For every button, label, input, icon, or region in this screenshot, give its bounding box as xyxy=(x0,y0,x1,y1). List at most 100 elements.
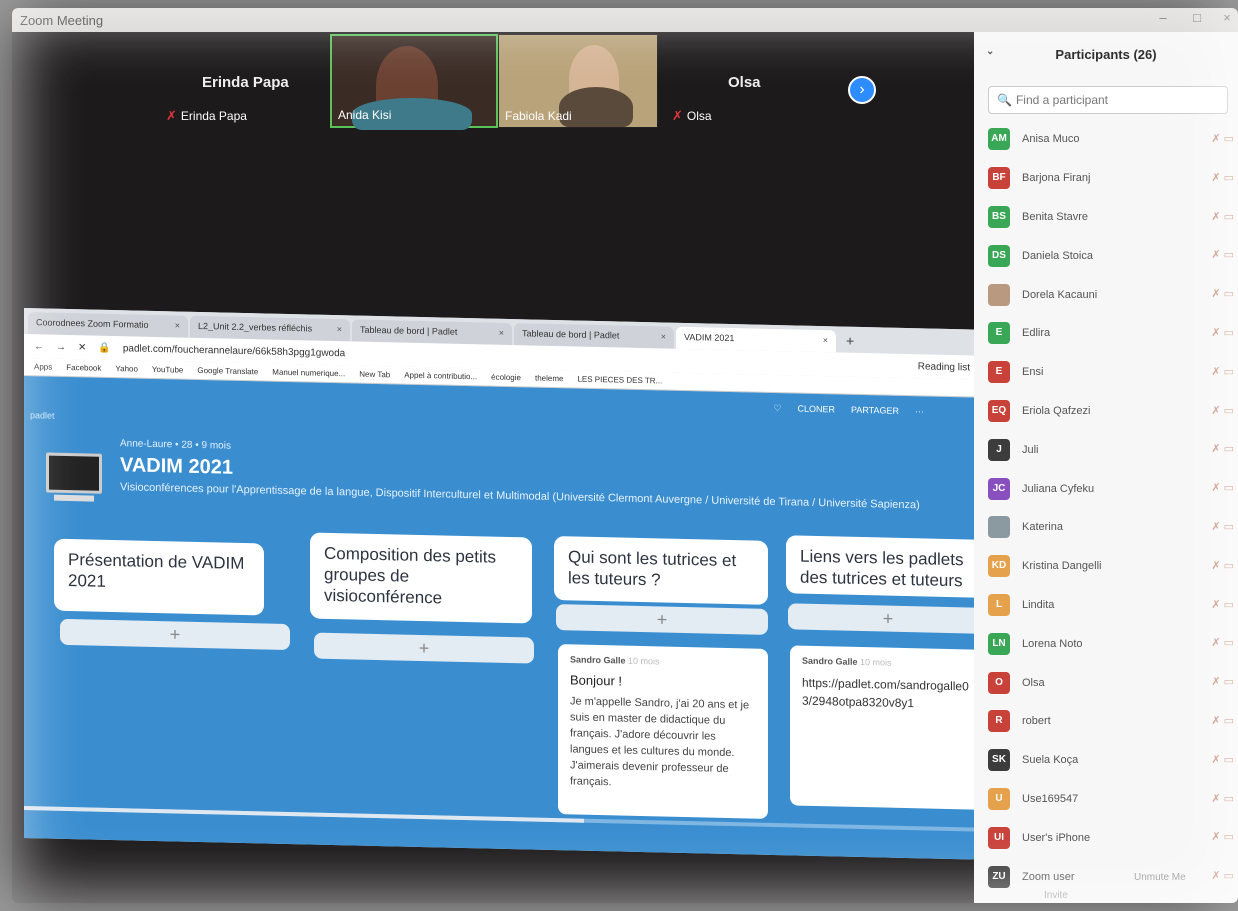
participant-row[interactable]: KD Kristina Dangelli ✗ ▭ xyxy=(974,547,1238,586)
bookmark-item[interactable]: theleme xyxy=(535,374,563,384)
video-tile-olsa[interactable]: Olsa ✗ Olsa xyxy=(658,34,838,128)
clone-button[interactable]: CLONER xyxy=(797,404,835,416)
post-card[interactable]: Sandro Galle 10 mois Bonjour ! Je m'appe… xyxy=(558,644,768,819)
tile-name: Fabiola Kadi xyxy=(505,109,572,123)
participant-row[interactable]: DS Daniela Stoica ✗ ▭ xyxy=(974,236,1238,275)
shared-screen-browser: Coorodnees Zoom Formatio × L2_Unit 2.2_ve… xyxy=(24,308,984,860)
participant-row[interactable]: BS Benita Stavre ✗ ▭ xyxy=(974,198,1238,237)
add-post-button[interactable]: + xyxy=(60,618,290,651)
muted-mic-icon: ✗ ▭ xyxy=(1211,249,1234,262)
add-post-button[interactable]: + xyxy=(314,632,534,664)
tile-label: Fabiola Kadi xyxy=(505,109,572,123)
heart-icon[interactable]: ♡ xyxy=(773,403,781,414)
share-button[interactable]: PARTAGER xyxy=(851,405,899,417)
video-tile-fabiola[interactable]: Fabiola Kadi xyxy=(498,34,658,128)
participant-row[interactable]: BF Barjona Firanj ✗ ▭ xyxy=(974,159,1238,198)
avatar: L xyxy=(988,593,1010,616)
avatar xyxy=(988,283,1010,306)
participant-name: Olsa xyxy=(1022,676,1045,689)
horizontal-scrollbar[interactable] xyxy=(24,806,984,832)
close-tab-icon[interactable]: × xyxy=(823,335,828,345)
participant-name: Use169547 xyxy=(1022,792,1079,805)
bookmark-item[interactable]: New Tab xyxy=(359,370,390,380)
search-input[interactable]: Find a participant xyxy=(1016,93,1108,107)
bookmark-item[interactable]: LES PIECES DES TR... xyxy=(577,375,662,386)
chevron-down-icon[interactable]: ⌄ xyxy=(986,46,994,57)
post-card[interactable]: Sandro Galle 10 mois https://padlet.com/… xyxy=(790,645,984,810)
participants-title: Participants (26) xyxy=(1055,46,1157,62)
participant-row[interactable]: UI User's iPhone ✗ ▭ xyxy=(974,818,1238,857)
participant-name: Edlira xyxy=(1022,327,1051,340)
close-tab-icon[interactable]: × xyxy=(337,324,342,334)
post-age: 10 mois xyxy=(628,655,660,667)
tile-name: Erinda Papa xyxy=(180,109,247,123)
board-title: VADIM 2021 xyxy=(120,454,234,479)
participant-row[interactable]: U Use169547 ✗ ▭ xyxy=(974,780,1238,819)
bookmark-item[interactable]: Facebook xyxy=(66,363,101,373)
bookmark-item[interactable]: Appel à contributio... xyxy=(404,371,477,382)
scrollbar-thumb[interactable] xyxy=(24,806,584,823)
bookmark-item[interactable]: Yahoo xyxy=(115,364,138,374)
avatar: O xyxy=(988,671,1010,694)
participant-row[interactable]: JC Juliana Cyfeku ✗ ▭ xyxy=(974,469,1238,508)
more-button[interactable]: ··· xyxy=(915,406,924,417)
reading-list[interactable]: Reading list xyxy=(918,361,970,373)
muted-mic-icon: ✗ ▭ xyxy=(1211,559,1234,572)
close-tab-icon[interactable]: × xyxy=(175,320,180,330)
author-name: Sandro Galle xyxy=(570,654,626,666)
stop-icon[interactable]: ✕ xyxy=(78,342,86,353)
participant-row[interactable]: Dorela Kacauni ✗ ▭ xyxy=(974,275,1238,314)
participant-row[interactable]: ZU Zoom user ✗ ▭ xyxy=(974,857,1238,896)
close-tab-icon[interactable]: × xyxy=(661,331,666,341)
muted-mic-icon: ✗ ▭ xyxy=(1211,676,1234,689)
tile-big-name: Olsa xyxy=(728,74,761,91)
minimize-button[interactable]: – xyxy=(1152,10,1174,25)
bookmark-item[interactable]: Google Translate xyxy=(197,366,258,376)
participant-row[interactable]: E Edlira ✗ ▭ xyxy=(974,314,1238,353)
muted-mic-icon: ✗ ▭ xyxy=(1211,792,1234,805)
participant-name: User's iPhone xyxy=(1022,831,1091,844)
add-post-button[interactable]: + xyxy=(788,603,984,634)
participant-row[interactable]: Rrobert ✗ ▭ xyxy=(974,702,1238,741)
tab-label: VADIM 2021 xyxy=(684,331,735,344)
post-link[interactable]: https://padlet.com/sandrogalle03/2948otp… xyxy=(802,674,976,714)
video-tile-anida[interactable]: Anida Kisi xyxy=(330,34,498,130)
participant-row[interactable]: SK Suela Koça ✗ ▭ xyxy=(974,741,1238,780)
participant-row[interactable]: EQ Eriola Qafzezi ✗ ▭ xyxy=(974,392,1238,431)
video-tile-erinda[interactable]: Erinda Papa ✗ Erinda Papa xyxy=(152,34,332,128)
avatar: DS xyxy=(988,244,1010,267)
participant-row[interactable]: E Ensi ✗ ▭ xyxy=(974,353,1238,392)
participant-row[interactable]: L Lindita ✗ ▭ xyxy=(974,586,1238,625)
participant-row[interactable]: Katerina ✗ ▭ xyxy=(974,508,1238,547)
padlet-logo[interactable]: padlet xyxy=(30,410,55,421)
forward-icon[interactable]: → xyxy=(56,341,66,352)
participant-row[interactable]: LN Lorena Noto ✗ ▭ xyxy=(974,624,1238,663)
participant-row[interactable]: AM Anisa Muco ✗ ▭ xyxy=(974,120,1238,159)
new-tab-button[interactable]: + xyxy=(838,332,862,353)
tab-label: Tableau de bord | Padlet xyxy=(360,324,458,337)
bookmark-item[interactable]: Apps xyxy=(34,362,52,371)
muted-mic-icon: ✗ ▭ xyxy=(1211,443,1234,456)
invite-button[interactable]: Invite xyxy=(1044,890,1068,901)
url-text[interactable]: padlet.com/foucherannelaure/66k58h3pgg1g… xyxy=(123,343,345,359)
next-page-icon[interactable]: › xyxy=(848,76,876,104)
back-icon[interactable]: ← xyxy=(34,341,44,352)
close-button[interactable]: × xyxy=(1216,10,1238,25)
participant-row[interactable]: J Juli ✗ ▭ xyxy=(974,430,1238,469)
bookmark-item[interactable]: YouTube xyxy=(152,365,183,375)
window-title: Zoom Meeting xyxy=(20,12,104,28)
participant-name: Juli xyxy=(1022,443,1039,456)
avatar: EQ xyxy=(988,399,1010,422)
bookmark-item[interactable]: écologie xyxy=(491,373,521,383)
avatar: SK xyxy=(988,749,1010,772)
restore-button[interactable]: □ xyxy=(1186,10,1208,25)
tile-label: Anida Kisi xyxy=(338,108,391,122)
add-post-button[interactable]: + xyxy=(556,604,768,635)
bookmark-item[interactable]: Manuel numerique... xyxy=(272,368,345,379)
tile-label: ✗ Erinda Papa xyxy=(166,108,247,124)
participant-row[interactable]: O Olsa ✗ ▭ xyxy=(974,663,1238,702)
participant-search[interactable]: 🔍 Find a participant xyxy=(988,86,1228,114)
close-tab-icon[interactable]: × xyxy=(499,328,504,338)
unmute-me-button[interactable]: Unmute Me xyxy=(1134,872,1186,883)
participant-name: Ensi xyxy=(1022,366,1044,379)
